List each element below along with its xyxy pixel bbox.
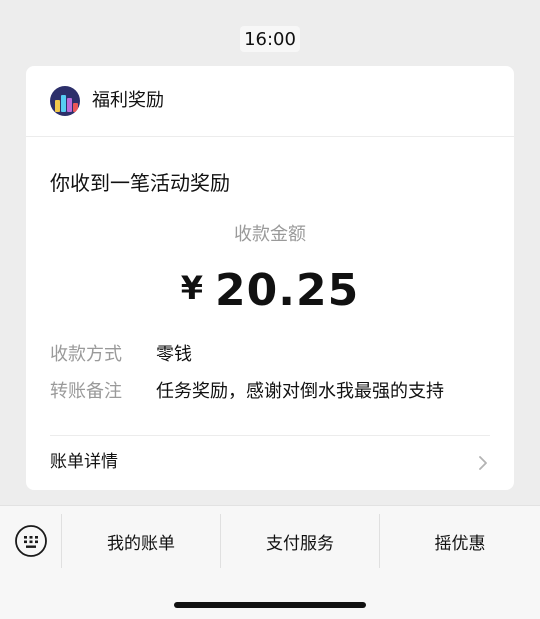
payment-method-value: 零钱 [156,344,192,365]
amount-value: 20.25 [215,265,360,316]
amount-label: 收款金额 [234,224,306,245]
bottom-menu-bar: 我的账单 支付服务 摇优惠 [0,505,540,619]
currency-symbol: ¥ [180,269,204,307]
menu-item-payment-services[interactable]: 支付服务 [221,516,379,566]
message-timestamp: 16:00 [240,26,300,52]
app-name: 福利奖励 [92,90,164,111]
logo-bar [55,100,60,112]
logo-bar [73,103,78,112]
logo-bar [67,98,72,112]
home-indicator[interactable] [174,602,366,608]
menu-item-my-bills[interactable]: 我的账单 [62,516,220,566]
app-logo-icon [50,86,80,116]
transfer-note-label: 转账备注 [50,381,122,402]
card-header[interactable]: 福利奖励 [26,66,514,137]
bill-details-label: 账单详情 [50,452,118,472]
logo-bar [61,95,66,112]
payment-method-label: 收款方式 [50,344,122,365]
notification-title: 你收到一笔活动奖励 [50,171,230,195]
keyboard-icon[interactable] [14,524,48,558]
amount-display: ¥20.25 [26,260,514,328]
chevron-right-icon [479,456,487,470]
menu-item-shake-offers[interactable]: 摇优惠 [380,516,540,566]
bill-details-link[interactable]: 账单详情 [26,436,514,490]
transfer-note-value: 任务奖励，感谢对倒水我最强的支持 [156,381,444,402]
reward-notification-card[interactable]: 福利奖励 你收到一笔活动奖励 收款金额 ¥20.25 收款方式 零钱 转账备注 … [26,66,514,490]
